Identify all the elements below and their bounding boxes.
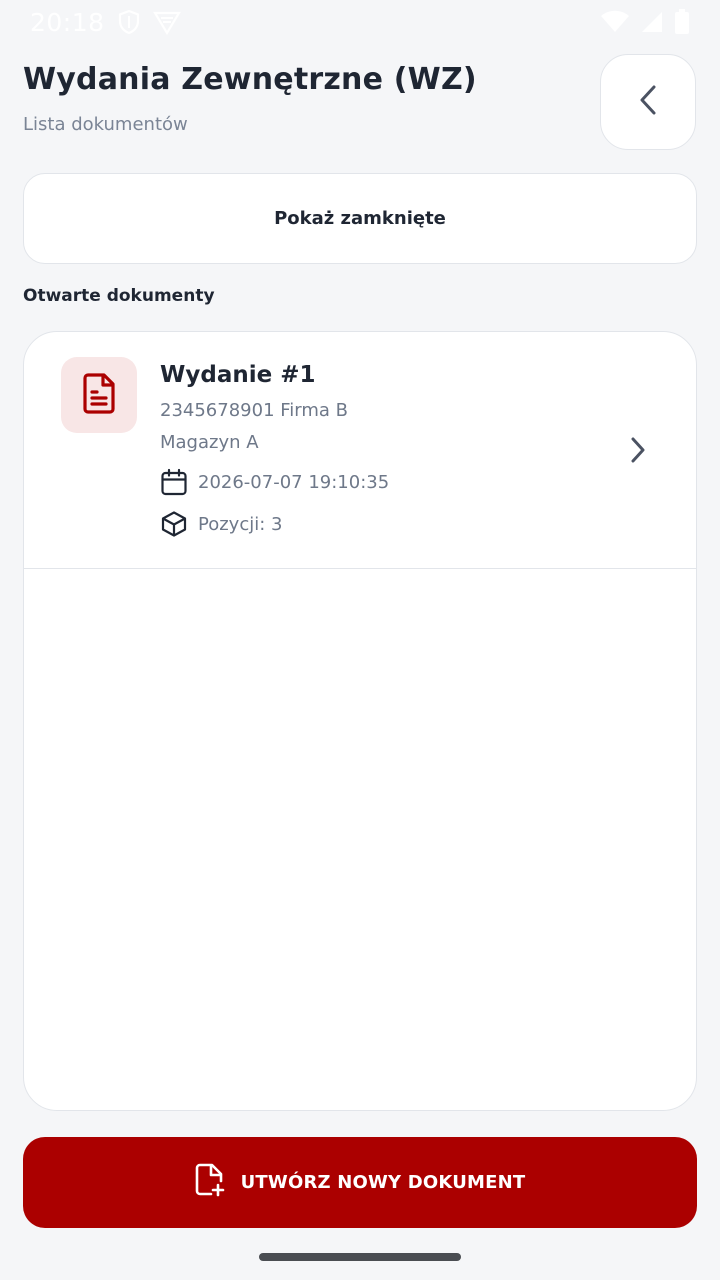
document-items-row: Pozycji: 3 <box>160 510 282 538</box>
document-warehouse: Magazyn A <box>160 432 259 453</box>
screen: 20:18 Wydania Zewnętrzne (WZ) Lista doku… <box>0 0 720 1280</box>
chevron-left-icon <box>637 84 659 120</box>
status-left: 20:18 <box>30 8 181 37</box>
document-contractor: 2345678901 Firma B <box>160 400 349 421</box>
wifi-icon <box>600 10 630 34</box>
package-icon <box>160 510 188 538</box>
status-right <box>600 9 690 35</box>
document-date: 2026-07-07 19:10:35 <box>198 471 390 493</box>
page-subtitle: Lista dokumentów <box>23 114 188 135</box>
page-title: Wydania Zewnętrzne (WZ) <box>23 62 477 97</box>
document-icon-box <box>61 357 137 433</box>
app-logo-icon <box>152 9 181 35</box>
file-plus-icon <box>195 1163 225 1202</box>
create-document-button[interactable]: UTWÓRZ NOWY DOKUMENT <box>23 1137 697 1228</box>
document-row[interactable]: Wydanie #1 2345678901 Firma B Magazyn A … <box>24 332 696 569</box>
home-indicator[interactable] <box>259 1253 461 1261</box>
document-date-row: 2026-07-07 19:10:35 <box>160 468 389 496</box>
status-bar: 20:18 <box>0 0 720 44</box>
calendar-icon <box>160 468 188 496</box>
battery-icon <box>674 9 690 35</box>
chevron-right-icon <box>628 436 648 468</box>
document-title: Wydanie #1 <box>160 362 316 388</box>
back-button[interactable] <box>600 54 696 150</box>
signal-icon <box>640 10 664 34</box>
section-title: Otwarte dokumenty <box>23 286 215 306</box>
document-icon <box>81 372 117 418</box>
documents-list: Wydanie #1 2345678901 Firma B Magazyn A … <box>23 331 697 1111</box>
status-time: 20:18 <box>30 7 105 37</box>
shield-icon <box>117 9 141 35</box>
show-closed-button[interactable]: Pokaż zamknięte <box>23 173 697 264</box>
document-items: Pozycji: 3 <box>198 513 283 535</box>
create-document-label: UTWÓRZ NOWY DOKUMENT <box>240 1172 526 1193</box>
